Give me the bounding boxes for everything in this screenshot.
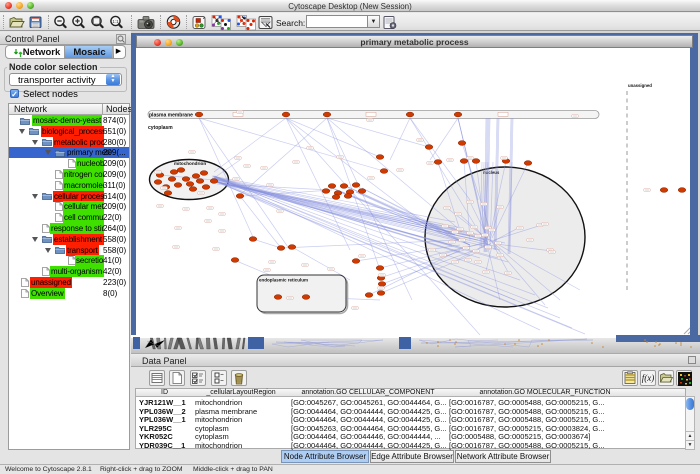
svg-text:plasma membrane: plasma membrane bbox=[149, 113, 193, 119]
svg-text:f(x): f(x) bbox=[642, 373, 655, 383]
svg-text:unassigned: unassigned bbox=[628, 83, 652, 88]
svg-text:1:1: 1:1 bbox=[112, 19, 119, 24]
svg-text:mitochondrion: mitochondrion bbox=[174, 161, 206, 166]
svg-text:cytoplasm: cytoplasm bbox=[148, 125, 173, 131]
svg-text:endoplasmic reticulum: endoplasmic reticulum bbox=[259, 278, 308, 283]
